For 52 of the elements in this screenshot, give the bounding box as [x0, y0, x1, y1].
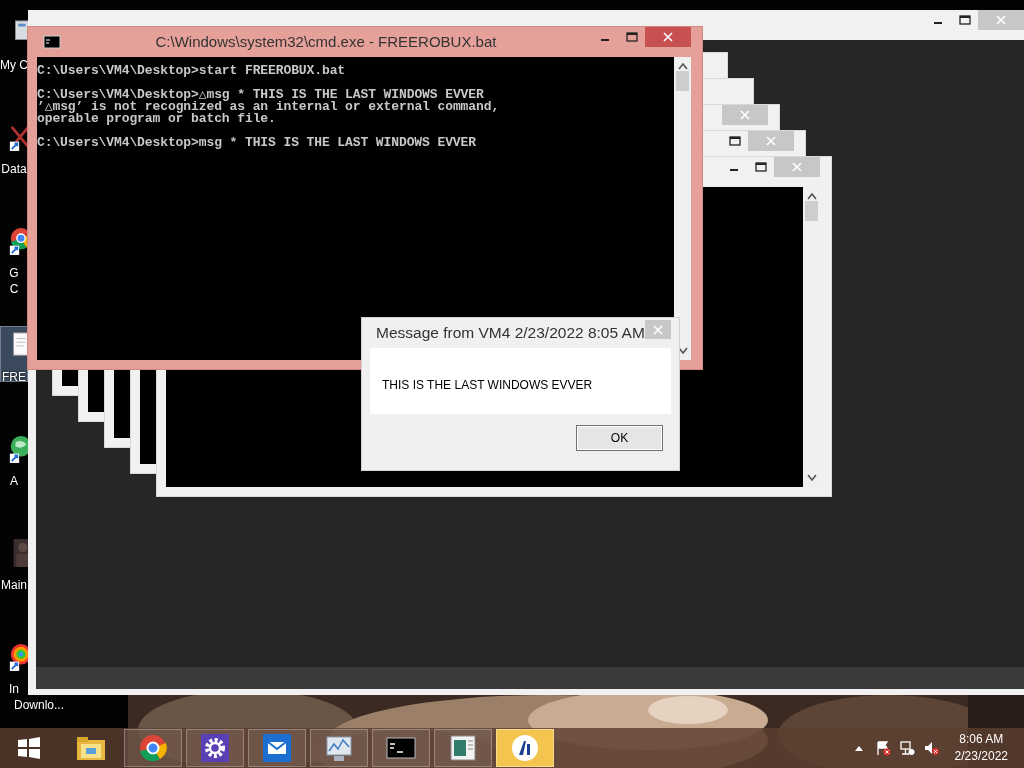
browser-icon: [139, 734, 167, 762]
console-line: C:\Users\VM4\Desktop>△msg * THIS IS THE LAST WINDOWS EVVER: [37, 89, 484, 101]
icon-label[interactable]: A: [0, 473, 28, 489]
scrollbar[interactable]: [674, 57, 691, 360]
maximize-icon: [958, 15, 971, 25]
terminal-icon: [386, 734, 416, 762]
start-icon: [17, 736, 41, 760]
document-icon: [449, 734, 477, 762]
close-icon: [652, 324, 663, 335]
network-icon: [898, 740, 915, 756]
close-icon: [996, 15, 1006, 25]
terminal-icon: [43, 35, 61, 49]
scroll-up-icon: [806, 192, 817, 200]
app-icon: [511, 734, 539, 762]
taskbar-button[interactable]: [496, 729, 554, 767]
window-title: C:\Windows\system32\cmd.exe - FREEROBUX.bat: [154, 32, 498, 52]
maximize-icon: [754, 162, 767, 172]
speaker-icon: [922, 740, 939, 756]
clock-time[interactable]: 8:06 AM: [959, 731, 1004, 748]
icon-label[interactable]: Downlo...: [0, 697, 78, 713]
icon-label[interactable]: C: [0, 281, 28, 297]
close-icon: [792, 162, 802, 172]
maximize-icon: [625, 32, 638, 42]
icon-label[interactable]: FRE: [0, 369, 28, 385]
close-icon: [740, 110, 750, 120]
close-icon: [663, 32, 673, 42]
icon-label[interactable]: G: [0, 265, 28, 281]
folder-icon: [76, 734, 106, 762]
console-line: C:\Users\VM4\Desktop>msg * THIS IS THE LAST WINDOWS EVVER: [37, 137, 477, 149]
chart-icon: [324, 734, 354, 762]
close-icon: [766, 136, 776, 146]
icon-label[interactable]: In: [0, 681, 28, 697]
scroll-down-icon: [806, 474, 817, 482]
gear-icon: [201, 734, 229, 762]
icon-label[interactable]: Main: [0, 577, 28, 593]
icon-label[interactable]: My C: [0, 57, 28, 73]
console-line: C:\Users\VM4\Desktop>start FREEROBUX.bat: [37, 65, 347, 77]
clock-date[interactable]: 2/23/2022: [954, 748, 1008, 765]
console-line: ’△msg’ is not recognized as an internal or external command,: [37, 101, 501, 113]
minimize-icon: [933, 22, 942, 24]
dialog-title: Message from VM4 2/23/2022 8:05 AM: [375, 323, 645, 343]
icon-label[interactable]: Data: [0, 161, 28, 177]
ok-button[interactable]: OK: [576, 425, 663, 451]
scroll-thumb[interactable]: [805, 201, 818, 221]
console-line: operable program or batch file.: [37, 113, 277, 125]
scroll-thumb[interactable]: [676, 71, 689, 91]
scroll-up-icon: [677, 62, 688, 70]
flag-icon: [874, 740, 891, 756]
minimize-icon: [729, 169, 738, 171]
message-text: THIS IS THE LAST WINDOWS EVVER: [382, 378, 593, 392]
envelope-icon: [263, 734, 291, 762]
maximize-icon: [728, 136, 741, 146]
